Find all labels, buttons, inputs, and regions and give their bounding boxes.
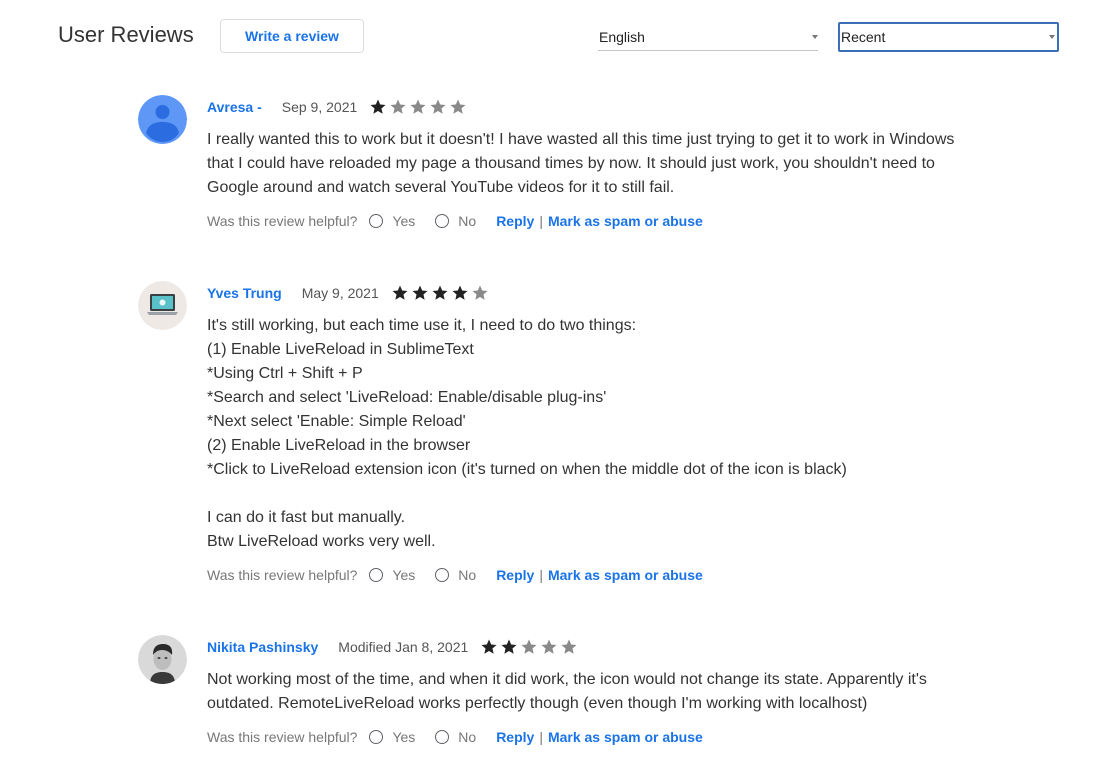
star-empty-icon bbox=[408, 98, 428, 116]
review-text: Not working most of the time, and when i… bbox=[207, 668, 1007, 716]
yes-radio[interactable] bbox=[369, 730, 384, 744]
spam-link[interactable]: Mark as spam or abuse bbox=[548, 729, 703, 745]
spam-link[interactable]: Mark as spam or abuse bbox=[548, 567, 703, 583]
no-radio[interactable] bbox=[435, 568, 450, 582]
reply-link[interactable]: Reply bbox=[496, 729, 534, 745]
yes-label[interactable]: Yes bbox=[392, 567, 415, 583]
no-radio[interactable] bbox=[435, 214, 450, 228]
chevron-down-icon bbox=[1049, 35, 1055, 39]
reply-link[interactable]: Reply bbox=[496, 213, 534, 229]
laptop-avatar-icon bbox=[138, 281, 187, 330]
helpful-question: Was this review helpful? bbox=[207, 213, 358, 229]
write-review-button[interactable]: Write a review bbox=[220, 19, 364, 53]
review-author[interactable]: Yves Trung bbox=[207, 285, 282, 301]
spam-link[interactable]: Mark as spam or abuse bbox=[548, 213, 703, 229]
review-text-line: *Click to LiveReload extension icon (it'… bbox=[207, 461, 847, 478]
link-separator: | bbox=[539, 213, 543, 229]
review-text-line: Btw LiveReload works very well. bbox=[207, 533, 436, 550]
link-separator: | bbox=[539, 729, 543, 745]
review-date: Sep 9, 2021 bbox=[281, 99, 358, 115]
star-filled-icon bbox=[499, 638, 519, 656]
star-empty-icon bbox=[388, 98, 408, 116]
star-empty-icon bbox=[519, 638, 539, 656]
chevron-down-icon bbox=[812, 34, 818, 39]
language-select-value: English bbox=[599, 28, 645, 45]
avatar bbox=[138, 635, 187, 684]
review-text-line: Google around and watch several YouTube … bbox=[207, 179, 675, 196]
default-person-avatar-icon bbox=[138, 95, 187, 144]
page-title: User Reviews bbox=[58, 22, 194, 47]
avatar bbox=[138, 95, 187, 144]
reply-link[interactable]: Reply bbox=[496, 567, 534, 583]
helpful-question: Was this review helpful? bbox=[207, 567, 358, 583]
review-text-line: that I could have reloaded my page a tho… bbox=[207, 155, 935, 172]
language-select[interactable]: English bbox=[598, 23, 818, 51]
yes-label[interactable]: Yes bbox=[392, 729, 415, 745]
review-date: May 9, 2021 bbox=[301, 285, 379, 301]
star-rating bbox=[390, 284, 490, 302]
review-author[interactable]: Nikita Pashinsky bbox=[207, 639, 318, 655]
review-text-line: I can do it fast but manually. bbox=[207, 509, 406, 526]
star-filled-icon bbox=[368, 98, 388, 116]
link-separator: | bbox=[539, 567, 543, 583]
star-empty-icon bbox=[470, 284, 490, 302]
review-date: Modified Jan 8, 2021 bbox=[338, 639, 469, 655]
helpful-row: Was this review helpful? Yes No Reply | … bbox=[207, 211, 703, 231]
review-text-line bbox=[207, 482, 1007, 506]
star-filled-icon bbox=[479, 638, 499, 656]
review-item: Avresa - Sep 9, 2021 I really wanted thi… bbox=[138, 95, 1018, 235]
no-label[interactable]: No bbox=[458, 567, 476, 583]
sort-select[interactable]: Recent bbox=[838, 22, 1059, 52]
helpful-row: Was this review helpful? Yes No Reply | … bbox=[207, 727, 703, 747]
review-author[interactable]: Avresa - bbox=[207, 99, 262, 115]
yes-label[interactable]: Yes bbox=[392, 213, 415, 229]
photo-avatar-icon bbox=[138, 635, 187, 684]
review-text: I really wanted this to work but it does… bbox=[207, 128, 1007, 200]
star-rating bbox=[479, 638, 579, 656]
star-empty-icon bbox=[448, 98, 468, 116]
review-text-line: It's still working, but each time use it… bbox=[207, 317, 637, 334]
helpful-question: Was this review helpful? bbox=[207, 729, 358, 745]
avatar bbox=[138, 281, 187, 330]
star-empty-icon bbox=[539, 638, 559, 656]
review-text-line: (2) Enable LiveReload in the browser bbox=[207, 437, 471, 454]
reviews-header: User Reviews Write a review English Rece… bbox=[0, 0, 1095, 70]
star-filled-icon bbox=[390, 284, 410, 302]
no-label[interactable]: No bbox=[458, 213, 476, 229]
yes-radio[interactable] bbox=[369, 568, 384, 582]
star-filled-icon bbox=[430, 284, 450, 302]
review-text-line: outdated. RemoteLiveReload works perfect… bbox=[207, 695, 868, 712]
review-text-line: *Search and select 'LiveReload: Enable/d… bbox=[207, 389, 607, 406]
sort-select-value: Recent bbox=[841, 29, 886, 45]
no-label[interactable]: No bbox=[458, 729, 476, 745]
review-text-line: *Next select 'Enable: Simple Reload' bbox=[207, 413, 466, 430]
review-meta: Avresa - Sep 9, 2021 bbox=[207, 95, 468, 119]
review-text-line: *Using Ctrl + Shift + P bbox=[207, 365, 363, 382]
star-rating bbox=[368, 98, 468, 116]
yes-radio[interactable] bbox=[369, 214, 384, 228]
star-empty-icon bbox=[428, 98, 448, 116]
review-item: Yves Trung May 9, 2021 It's still workin… bbox=[138, 281, 1018, 591]
star-filled-icon bbox=[450, 284, 470, 302]
star-empty-icon bbox=[559, 638, 579, 656]
review-meta: Yves Trung May 9, 2021 bbox=[207, 281, 490, 305]
star-filled-icon bbox=[410, 284, 430, 302]
review-text-line: I really wanted this to work but it does… bbox=[207, 131, 955, 148]
review-text-line: Not working most of the time, and when i… bbox=[207, 671, 927, 688]
helpful-row: Was this review helpful? Yes No Reply | … bbox=[207, 565, 703, 585]
review-meta: Nikita Pashinsky Modified Jan 8, 2021 bbox=[207, 635, 579, 659]
review-text-line: (1) Enable LiveReload in SublimeText bbox=[207, 341, 474, 358]
no-radio[interactable] bbox=[435, 730, 450, 744]
review-item: Nikita Pashinsky Modified Jan 8, 2021 No… bbox=[138, 635, 1018, 755]
review-text: It's still working, but each time use it… bbox=[207, 314, 1007, 554]
